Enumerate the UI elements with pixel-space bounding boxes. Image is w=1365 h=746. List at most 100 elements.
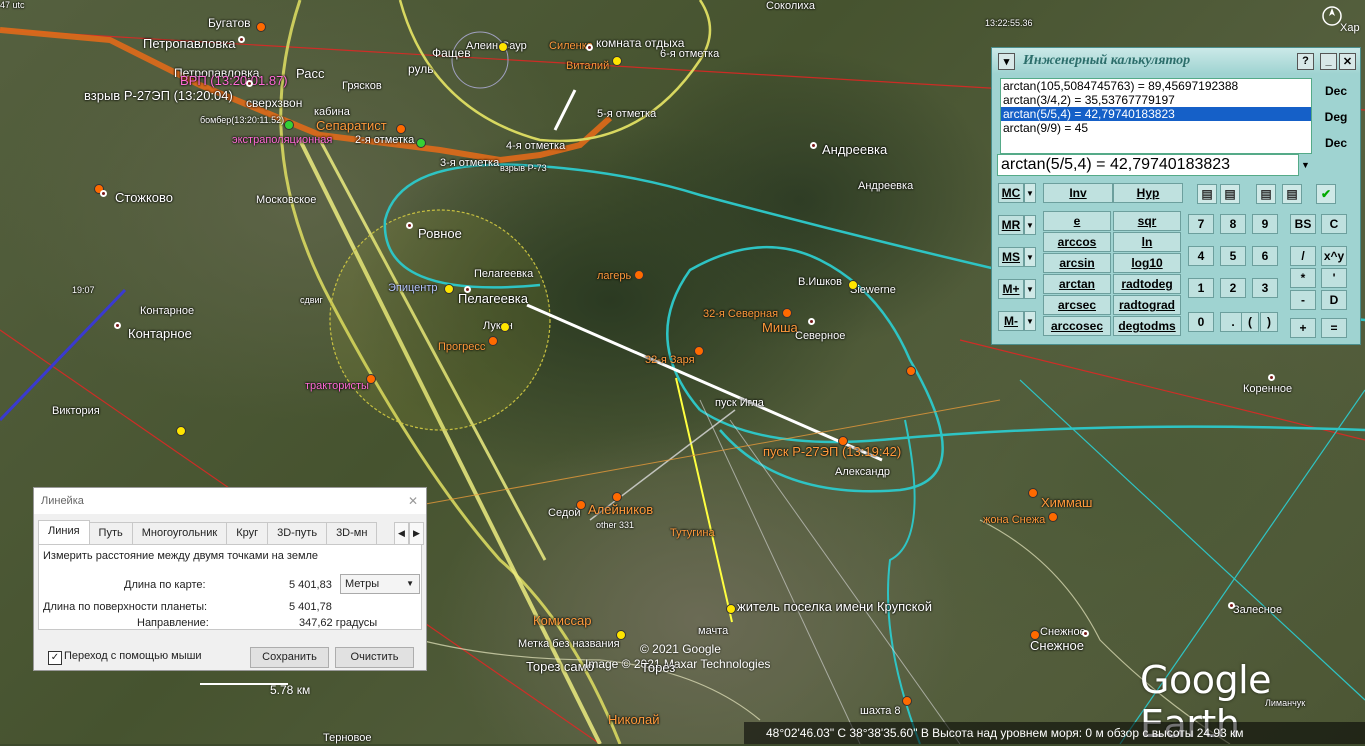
inv-button[interactable]: Inv bbox=[1043, 183, 1113, 203]
placemark[interactable] bbox=[1048, 512, 1058, 522]
close-button[interactable]: ✕ bbox=[1339, 52, 1356, 70]
map-label[interactable]: Виктория bbox=[52, 405, 100, 417]
tab-path[interactable]: Путь bbox=[88, 522, 133, 544]
memory-button-mplus[interactable]: M+ bbox=[998, 279, 1024, 299]
digit-button-1[interactable]: 1 bbox=[1188, 278, 1214, 298]
chevron-down-icon[interactable]: ▼ bbox=[1299, 154, 1312, 176]
save-button[interactable]: Сохранить bbox=[250, 647, 329, 668]
op-button-6[interactable]: - bbox=[1290, 290, 1316, 310]
map-label[interactable]: Петропавловка bbox=[143, 36, 236, 51]
placemark[interactable] bbox=[782, 308, 792, 318]
memory-button-ms[interactable]: MS bbox=[998, 247, 1024, 267]
map-label[interactable]: Метка без названия bbox=[518, 638, 620, 650]
map-label[interactable]: жона Снежа bbox=[983, 514, 1045, 526]
placemark[interactable] bbox=[396, 124, 406, 134]
placemark[interactable] bbox=[616, 630, 626, 640]
map-label[interactable]: Алейников bbox=[588, 502, 653, 517]
map-label[interactable]: лагерь bbox=[597, 270, 631, 282]
map-label[interactable]: Химмаш bbox=[1041, 495, 1092, 510]
tab-3d-polygon[interactable]: 3D-мн bbox=[326, 522, 378, 544]
map-label[interactable]: взрыв Р-27ЭП (13:20:04) bbox=[84, 88, 233, 103]
map-label[interactable]: сдвиг bbox=[300, 295, 323, 305]
op-button-2[interactable]: / bbox=[1290, 246, 1316, 266]
map-label[interactable]: Стожково bbox=[115, 190, 173, 205]
map-label[interactable]: 13:22:55.36 bbox=[985, 18, 1033, 28]
map-label[interactable]: 6-я отметка bbox=[660, 48, 719, 60]
fn-button-log10[interactable]: log10 bbox=[1113, 253, 1181, 273]
map-label[interactable]: Миша bbox=[762, 320, 798, 335]
placemark[interactable] bbox=[612, 56, 622, 66]
tab-scroll-right-icon[interactable]: ▶ bbox=[409, 522, 424, 545]
history-entry[interactable]: arctan(105,5084745763) = 89,45697192388 bbox=[1001, 79, 1311, 93]
fn-button-arcsec[interactable]: arcsec bbox=[1043, 295, 1111, 315]
op-button-9[interactable]: = bbox=[1321, 318, 1347, 338]
digit-button-9[interactable]: 9 bbox=[1252, 214, 1278, 234]
map-label[interactable]: 3-я отметка bbox=[440, 157, 499, 169]
map-label[interactable]: 19:07 bbox=[72, 285, 95, 295]
placemark[interactable] bbox=[634, 270, 644, 280]
output-mode[interactable]: Dec bbox=[1316, 130, 1356, 156]
number-base-mode[interactable]: Dec bbox=[1316, 78, 1356, 104]
calculation-history[interactable]: arctan(105,5084745763) = 89,45697192388 … bbox=[1000, 78, 1312, 154]
hyp-button[interactable]: Hyp bbox=[1113, 183, 1183, 203]
placemark[interactable] bbox=[576, 500, 586, 510]
map-label[interactable]: кабина bbox=[314, 106, 350, 118]
unit-select[interactable]: Метры ▼ bbox=[340, 574, 420, 594]
digit-button-8[interactable]: 8 bbox=[1220, 214, 1246, 234]
engineering-calculator[interactable]: ▾ Инженерный калькулятор ? _ ✕ arctan(10… bbox=[991, 47, 1361, 345]
ruler-dialog[interactable]: Линейка ✕ Линия Путь Многоугольник Круг … bbox=[33, 487, 427, 671]
mouse-navigation-checkbox[interactable]: ✓ bbox=[48, 651, 62, 665]
map-label[interactable]: бомбер(13:20:11.52) bbox=[200, 115, 284, 125]
map-label[interactable]: шахта 8 bbox=[860, 705, 901, 717]
tab-circle[interactable]: Круг bbox=[226, 522, 269, 544]
placemark[interactable] bbox=[1030, 630, 1040, 640]
close-icon[interactable]: ✕ bbox=[408, 488, 418, 514]
ruler-titlebar[interactable]: Линейка ✕ bbox=[34, 488, 426, 514]
map-label[interactable]: Эпицентр bbox=[388, 282, 438, 294]
map-label[interactable]: Александр bbox=[835, 466, 890, 478]
minimize-button[interactable]: _ bbox=[1320, 52, 1337, 70]
map-label[interactable]: Пелагеевка bbox=[458, 291, 528, 306]
map-label[interactable]: Андреевка bbox=[858, 180, 913, 192]
placemark[interactable] bbox=[906, 366, 916, 376]
op-button-5[interactable]: ' bbox=[1321, 268, 1347, 288]
chevron-down-icon[interactable]: ▼ bbox=[1024, 215, 1036, 235]
map-label[interactable]: трактористы bbox=[305, 380, 369, 392]
map-label[interactable]: Комиссар bbox=[533, 613, 591, 628]
memory-button-mminus[interactable]: M- bbox=[998, 311, 1024, 331]
digit-button-)[interactable]: ) bbox=[1260, 312, 1278, 332]
memory-button-mc[interactable]: MC bbox=[998, 183, 1024, 203]
placemark[interactable] bbox=[498, 42, 508, 52]
placemark[interactable] bbox=[902, 696, 912, 706]
placemark[interactable] bbox=[488, 336, 498, 346]
chevron-down-icon[interactable]: ▼ bbox=[1024, 311, 1036, 331]
map-label[interactable]: житель поселка имени Крупской bbox=[737, 599, 932, 614]
fn-button-ln[interactable]: ln bbox=[1113, 232, 1181, 252]
map-label[interactable]: Пелагеевка bbox=[474, 268, 533, 280]
tab-line[interactable]: Линия bbox=[38, 520, 90, 544]
map-label[interactable]: Терновое bbox=[323, 732, 372, 744]
fn-button-e[interactable]: e bbox=[1043, 211, 1111, 231]
chevron-down-icon[interactable]: ▼ bbox=[1024, 183, 1036, 203]
op-button-8[interactable]: + bbox=[1290, 318, 1316, 338]
export-icon[interactable]: ▤ bbox=[1256, 184, 1276, 204]
fn-button-arcsin[interactable]: arcsin bbox=[1043, 253, 1111, 273]
map-label[interactable]: руль bbox=[408, 62, 434, 76]
tab-polygon[interactable]: Многоугольник bbox=[131, 522, 228, 544]
map-label[interactable]: 32-я Северная bbox=[703, 308, 778, 320]
chevron-down-icon[interactable]: ▼ bbox=[1024, 247, 1036, 267]
angle-mode[interactable]: Deg bbox=[1316, 104, 1356, 130]
map-label[interactable]: Снежное bbox=[1030, 638, 1084, 653]
system-menu-button[interactable]: ▾ bbox=[998, 52, 1015, 70]
digit-button-2[interactable]: 2 bbox=[1220, 278, 1246, 298]
op-button-3[interactable]: x^y bbox=[1321, 246, 1347, 266]
mouse-navigation-label[interactable]: Переход с помощью мыши bbox=[64, 650, 202, 662]
import-icon[interactable]: ▤ bbox=[1282, 184, 1302, 204]
help-button[interactable]: ? bbox=[1297, 52, 1314, 70]
map-label[interactable]: пуск Р-27ЭП (13:19:42) bbox=[763, 444, 901, 459]
history-entry[interactable]: arctan(9/9) = 45 bbox=[1001, 121, 1311, 135]
op-button-7[interactable]: D bbox=[1321, 290, 1347, 310]
fn-button-sqr[interactable]: sqr bbox=[1113, 211, 1181, 231]
copy-icon[interactable]: ▤ bbox=[1197, 184, 1217, 204]
history-entry[interactable]: arctan(3/4,2) = 35,53767779197 bbox=[1001, 93, 1311, 107]
